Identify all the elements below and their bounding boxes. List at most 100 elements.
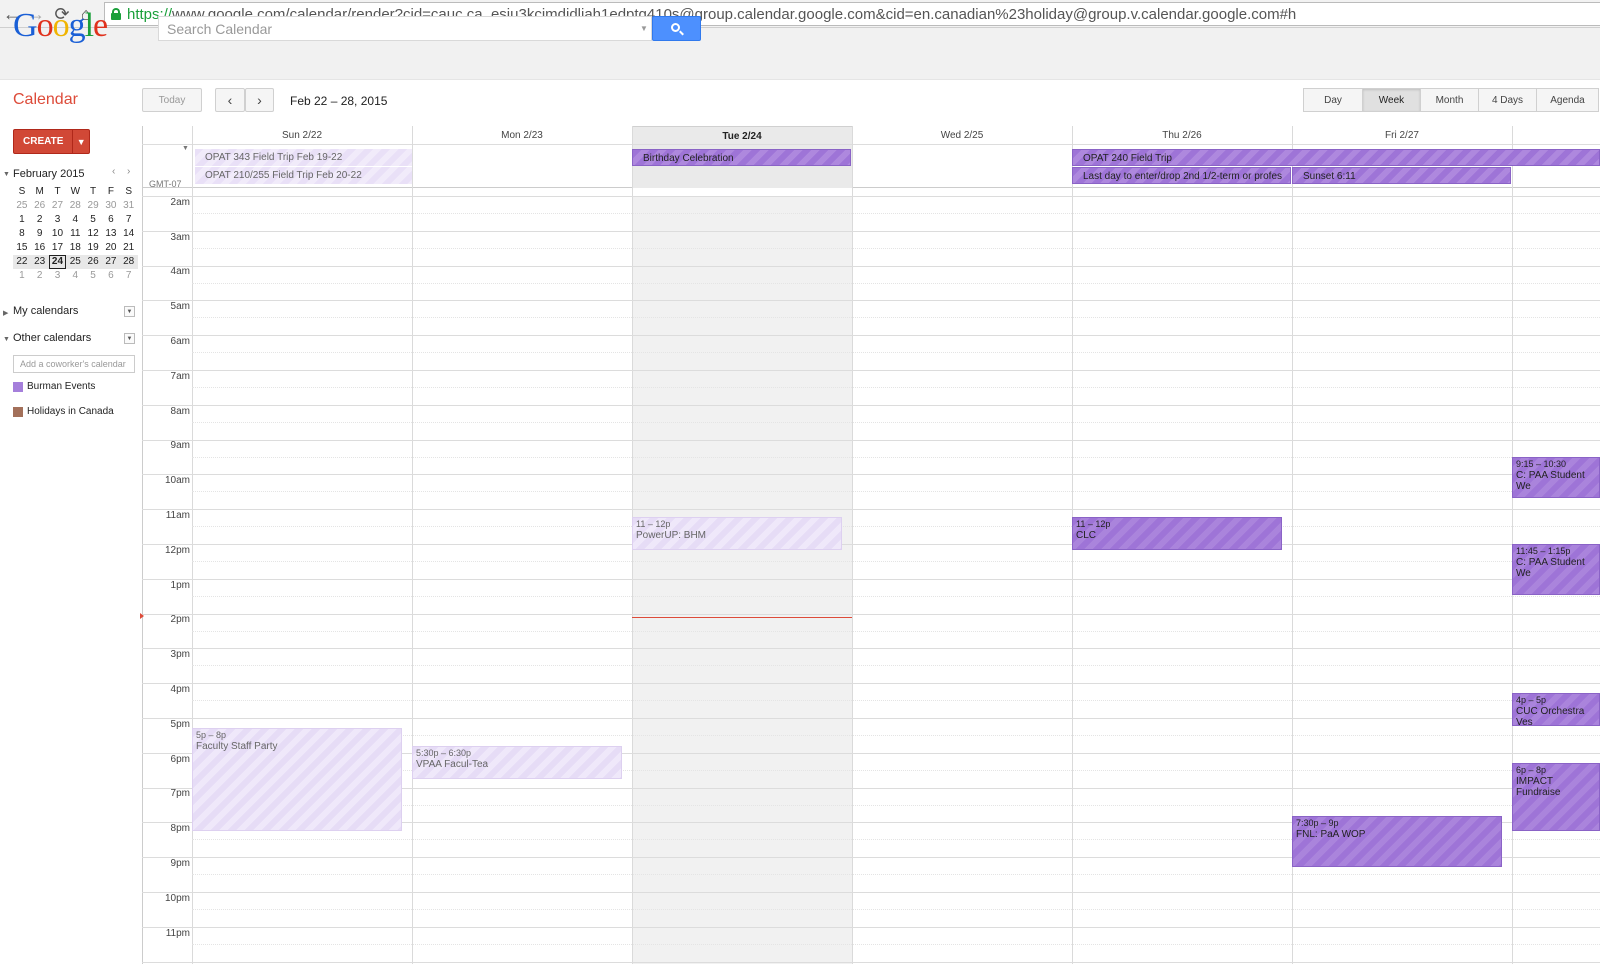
google-logo[interactable]: Google — [13, 6, 108, 46]
timed-event[interactable]: 11 – 12p PowerUP: BHM — [632, 517, 842, 550]
other-calendars-heading[interactable]: Other calendars — [13, 332, 91, 344]
create-button[interactable]: CREATE ▼ — [13, 129, 90, 154]
day-header-mon[interactable]: Mon 2/23 — [412, 126, 632, 144]
mini-day[interactable]: 22 — [13, 255, 31, 269]
timed-event[interactable]: 11:45 – 1:15p C: PAA Student We — [1512, 544, 1600, 595]
allday-event[interactable]: OPAT 240 Field Trip — [1072, 149, 1600, 166]
next-week-button[interactable]: › — [245, 88, 274, 112]
other-calendars-menu-icon[interactable]: ▼ — [124, 333, 135, 344]
mini-day[interactable]: 7 — [120, 213, 138, 227]
my-calendars-menu-icon[interactable]: ▼ — [124, 306, 135, 317]
mini-day[interactable]: 8 — [13, 227, 31, 241]
collapse-arrow-icon[interactable]: ▼ — [3, 171, 10, 178]
view-month-button[interactable]: Month — [1420, 88, 1479, 112]
mini-day[interactable]: 12 — [84, 227, 102, 241]
add-coworker-calendar-input[interactable]: Add a coworker's calendar — [13, 355, 135, 373]
search-button[interactable] — [652, 16, 701, 41]
app-title[interactable]: Calendar — [13, 91, 78, 109]
calendar-item-burman-events[interactable]: Burman Events — [13, 381, 95, 392]
mini-next-month-icon[interactable]: › — [127, 166, 130, 177]
search-options-caret-icon[interactable]: ▼ — [640, 24, 648, 33]
allday-event[interactable]: Birthday Celebration — [632, 149, 851, 166]
mini-day[interactable]: 6 — [102, 213, 120, 227]
view-agenda-button[interactable]: Agenda — [1536, 88, 1599, 112]
day-header-thu[interactable]: Thu 2/26 — [1072, 126, 1292, 144]
mini-day[interactable]: 15 — [13, 241, 31, 255]
calendar-color-swatch[interactable] — [13, 381, 23, 392]
create-dropdown-caret-icon[interactable]: ▼ — [73, 137, 89, 147]
mini-day[interactable]: 29 — [84, 199, 102, 213]
mini-day[interactable]: 19 — [84, 241, 102, 255]
view-week-button[interactable]: Week — [1362, 88, 1421, 112]
timed-event[interactable]: 7:30p – 9p FNL: PaA WOP — [1292, 816, 1502, 867]
collapse-arrow-icon[interactable]: ▼ — [3, 336, 10, 343]
timed-event[interactable]: 6p – 8p IMPACT Fundraise — [1512, 763, 1600, 831]
mini-day[interactable]: 30 — [102, 199, 120, 213]
hour-line — [142, 405, 1600, 406]
calendar-color-swatch[interactable] — [13, 406, 23, 417]
mini-day[interactable]: 3 — [49, 213, 67, 227]
allday-event[interactable]: OPAT 210/255 Field Trip Feb 20-22 — [195, 167, 412, 184]
mini-day[interactable]: 27 — [101, 255, 120, 269]
timed-event[interactable]: 9:15 – 10:30 C: PAA Student We — [1512, 457, 1600, 498]
mini-day[interactable]: 25 — [13, 199, 31, 213]
allday-event[interactable]: Last day to enter/drop 2nd 1/2-term or p… — [1072, 167, 1291, 184]
timed-event[interactable]: 11 – 12p CLC — [1072, 517, 1282, 550]
mini-day[interactable]: 1 — [13, 213, 31, 227]
allday-event[interactable]: OPAT 343 Field Trip Feb 19-22 — [195, 149, 412, 166]
mini-day[interactable]: 21 — [120, 241, 138, 255]
mini-day[interactable]: 7 — [120, 269, 138, 283]
mini-day[interactable]: 6 — [102, 269, 120, 283]
mini-day[interactable]: 3 — [49, 269, 67, 283]
day-header-sun[interactable]: Sun 2/22 — [192, 126, 412, 144]
mini-day[interactable]: 26 — [84, 255, 102, 269]
mini-day[interactable]: 9 — [31, 227, 49, 241]
mini-day[interactable]: 4 — [66, 269, 84, 283]
mini-day[interactable]: 14 — [120, 227, 138, 241]
mini-day[interactable]: 18 — [66, 241, 84, 255]
calendar-item-label: Holidays in Canada — [27, 406, 114, 417]
event-time: 11 – 12p — [636, 519, 671, 529]
mini-calendar-title[interactable]: February 2015 — [13, 168, 85, 180]
mini-week-row: 15 16 17 18 19 20 21 — [13, 241, 138, 255]
mini-day[interactable]: 11 — [66, 227, 84, 241]
mini-day[interactable]: 13 — [102, 227, 120, 241]
mini-day[interactable]: 31 — [120, 199, 138, 213]
calendar-item-holidays-canada[interactable]: Holidays in Canada — [13, 406, 114, 417]
hour-label: 1pm — [170, 580, 190, 591]
mini-day[interactable]: 28 — [119, 255, 138, 269]
mini-day[interactable]: 16 — [31, 241, 49, 255]
mini-day[interactable]: 27 — [49, 199, 67, 213]
mini-day[interactable]: 2 — [31, 269, 49, 283]
mini-day[interactable]: 26 — [31, 199, 49, 213]
view-4days-button[interactable]: 4 Days — [1478, 88, 1537, 112]
mini-day[interactable]: 25 — [66, 255, 85, 269]
timed-event[interactable]: 5p – 8p Faculty Staff Party — [192, 728, 402, 831]
mini-day[interactable]: 5 — [84, 269, 102, 283]
mini-day[interactable]: 1 — [13, 269, 31, 283]
day-header-tue[interactable]: Tue 2/24 — [632, 126, 852, 144]
mini-day[interactable]: 24 — [48, 255, 67, 269]
today-button[interactable]: Today — [142, 88, 202, 112]
mini-day[interactable]: 2 — [31, 213, 49, 227]
day-header-fri[interactable]: Fri 2/27 — [1292, 126, 1512, 144]
mini-day[interactable]: 20 — [102, 241, 120, 255]
current-time-marker — [140, 613, 144, 619]
timed-event[interactable]: 4p – 5p CUC Orchestra Ves — [1512, 693, 1600, 726]
mini-day[interactable]: 28 — [66, 199, 84, 213]
search-input[interactable]: Search Calendar — [158, 16, 652, 41]
prev-week-button[interactable]: ‹ — [215, 88, 245, 112]
mini-day[interactable]: 4 — [66, 213, 84, 227]
timed-event[interactable]: 5:30p – 6:30p VPAA Facul-Tea — [412, 746, 622, 779]
mini-day[interactable]: 10 — [49, 227, 67, 241]
mini-prev-month-icon[interactable]: ‹ — [112, 166, 115, 177]
allday-expand-icon[interactable]: ▼ — [182, 145, 189, 152]
mini-day[interactable]: 17 — [49, 241, 67, 255]
allday-event[interactable]: Sunset 6:11 — [1292, 167, 1511, 184]
view-day-button[interactable]: Day — [1303, 88, 1363, 112]
mini-day[interactable]: 23 — [30, 255, 49, 269]
my-calendars-heading[interactable]: My calendars — [13, 305, 78, 317]
day-header-wed[interactable]: Wed 2/25 — [852, 126, 1072, 144]
expand-arrow-icon[interactable]: ▶ — [3, 309, 8, 317]
mini-day[interactable]: 5 — [84, 213, 102, 227]
